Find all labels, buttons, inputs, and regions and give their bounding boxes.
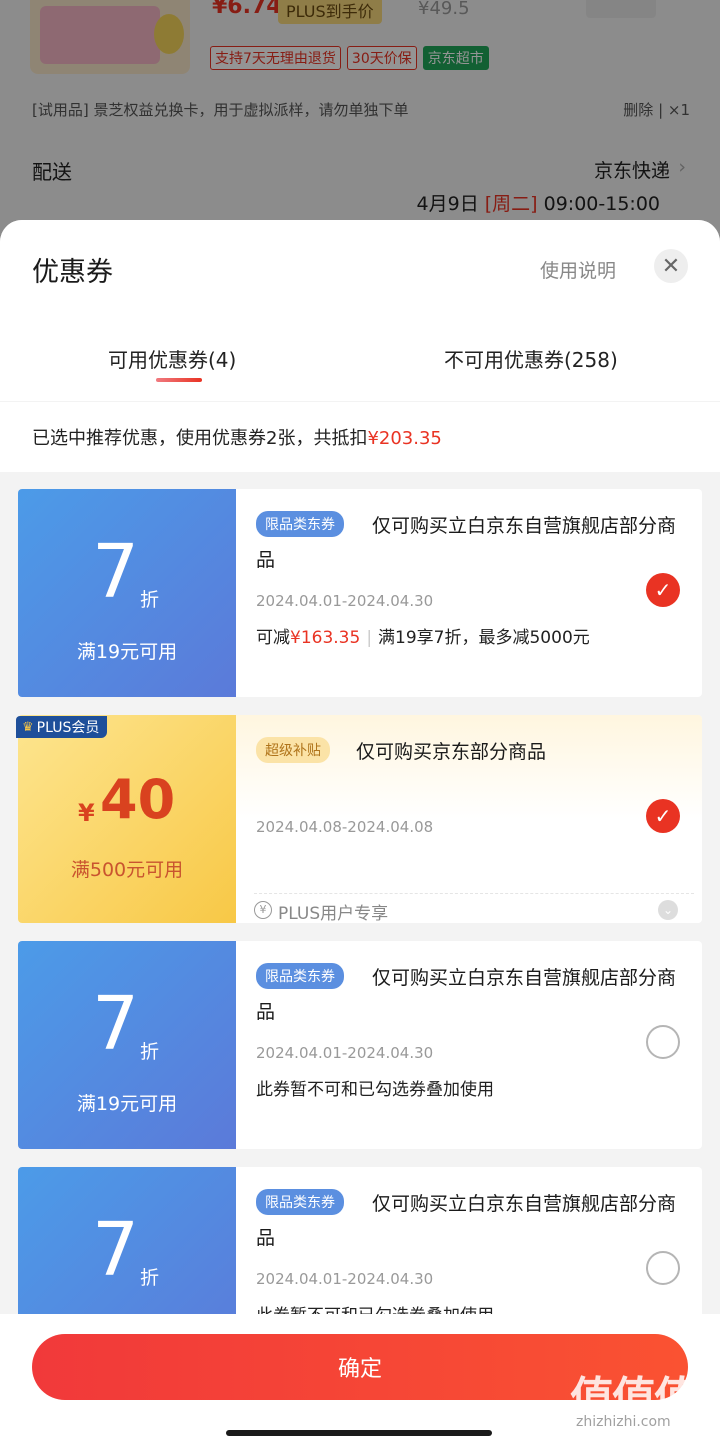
- coupon-footer: ¥ PLUS用户专享 ⌄: [254, 893, 694, 923]
- close-icon[interactable]: ✕: [654, 249, 688, 283]
- checked-icon[interactable]: ✓: [646, 799, 680, 833]
- coupon-discount-unit: 折: [140, 589, 160, 611]
- coupon-type-tag: 超级补贴: [256, 737, 330, 763]
- coupon-condition: 满19元可用: [76, 641, 178, 663]
- coupon-discount-unit: 折: [140, 1267, 160, 1289]
- unchecked-radio[interactable]: [646, 1251, 680, 1285]
- coupon-discount: 7: [92, 1207, 140, 1293]
- coupon-validity: 2024.04.01-2024.04.30: [256, 1044, 434, 1062]
- watermark-url: zhizhizhi.com: [576, 1414, 671, 1430]
- tab-indicator: [156, 378, 202, 382]
- discount-summary: 已选中推荐优惠，使用优惠券2张，共抵扣¥203.35: [0, 402, 720, 472]
- home-indicator: [226, 1430, 492, 1436]
- sheet-title: 优惠券: [32, 257, 113, 288]
- unchecked-radio[interactable]: [646, 1025, 680, 1059]
- crown-icon: ♛: [22, 719, 34, 735]
- usage-instructions-link[interactable]: 使用说明: [540, 256, 616, 283]
- coupon-type-tag: 限品类东券: [256, 963, 344, 989]
- plus-member-badge: ♛ PLUS会员: [16, 716, 108, 738]
- coupon-detail: 可减¥163.35 | 满19享7折，最多减5000元: [256, 628, 590, 648]
- coupon-amount: 40: [100, 768, 176, 831]
- coupon-discount: 7: [92, 529, 140, 615]
- chevron-down-icon[interactable]: ⌄: [658, 900, 678, 920]
- yen-icon: ¥: [254, 901, 272, 919]
- coupon-note: 此券暂不可和已勾选券叠加使用: [256, 1080, 494, 1100]
- sheet-header: 优惠券 使用说明 ✕ 可用优惠券(4) 不可用优惠券(258): [0, 220, 720, 401]
- checked-icon[interactable]: ✓: [646, 573, 680, 607]
- tab-unavailable-coupons[interactable]: 不可用优惠券(258): [444, 344, 618, 373]
- coupon-currency: ¥: [78, 799, 95, 827]
- modal-overlay[interactable]: [0, 0, 720, 240]
- plus-exclusive-text: PLUS用户专享: [278, 904, 389, 923]
- coupon-value-panel: 7 折 满19元可用: [18, 941, 236, 1149]
- coupon-validity: 2024.04.01-2024.04.30: [256, 1270, 434, 1288]
- coupon-card[interactable]: 7 折 满19元可用 仅可购买立白京东自营旗舰店部分商品 限品类东券 2024.…: [18, 941, 702, 1149]
- coupon-card[interactable]: ¥ 40 满500元可用 仅可购买京东部分商品 超级补贴 2024.04.08-…: [18, 715, 702, 923]
- coupon-value-panel: 7 折 满19元可用: [18, 489, 236, 697]
- summary-amount: ¥203.35: [367, 428, 442, 449]
- coupon-value-panel: ¥ 40 满500元可用: [18, 715, 236, 923]
- coupon-card[interactable]: 7 折 满19元可用 仅可购买立白京东自营旗舰店部分商品 限品类东券 2024.…: [18, 489, 702, 697]
- coupon-discount: 7: [92, 981, 140, 1067]
- coupon-type-tag: 限品类东券: [256, 1189, 344, 1215]
- coupon-condition: 满19元可用: [76, 1093, 178, 1115]
- coupon-discount-unit: 折: [140, 1041, 160, 1063]
- coupon-condition: 满500元可用: [70, 859, 184, 881]
- coupon-type-tag: 限品类东券: [256, 511, 344, 537]
- coupon-validity: 2024.04.08-2024.04.08: [256, 818, 434, 836]
- summary-text: 已选中推荐优惠，使用优惠券2张，共抵扣: [32, 428, 368, 449]
- coupon-validity: 2024.04.01-2024.04.30: [256, 592, 434, 610]
- tab-available-coupons[interactable]: 可用优惠券(4): [108, 344, 236, 373]
